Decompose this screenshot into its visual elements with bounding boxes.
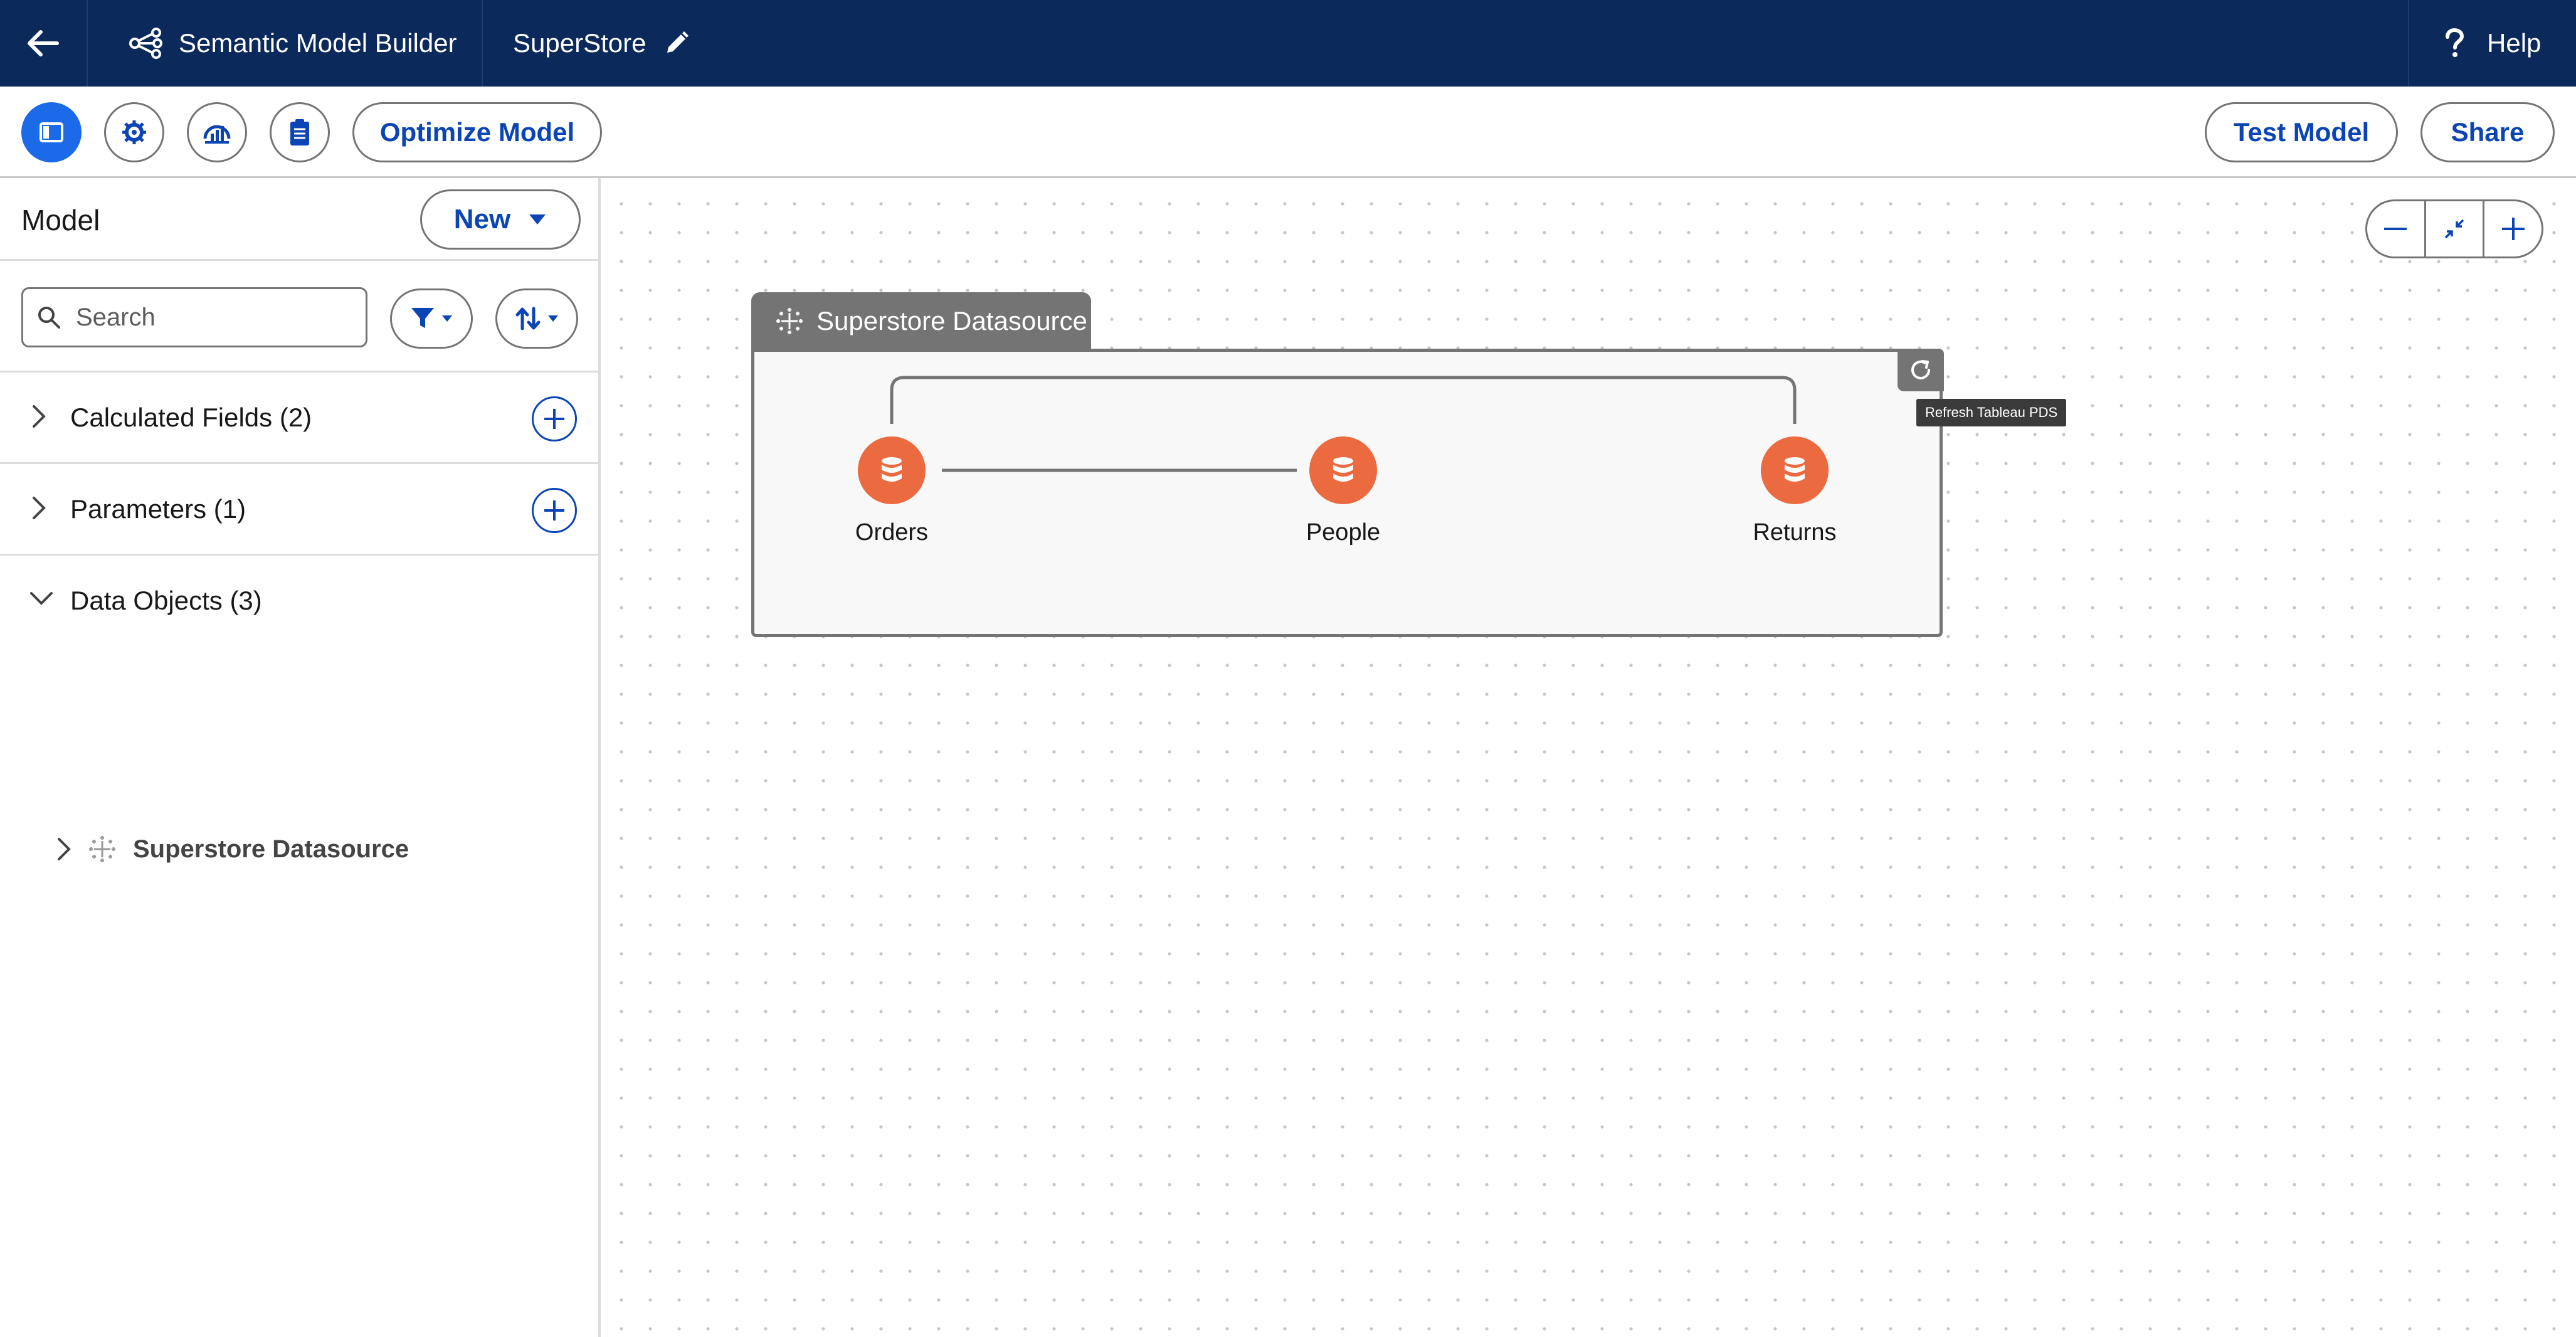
relationship-line-orders-returns (890, 376, 1797, 424)
relationship-lines (890, 376, 1797, 472)
database-icon (1333, 457, 1353, 482)
node-label-returns: Returns (1753, 519, 1837, 546)
database-icon (1785, 457, 1805, 482)
database-icon (882, 457, 902, 482)
node-orders[interactable] (858, 436, 926, 504)
node-label-orders: Orders (855, 519, 929, 546)
node-people[interactable] (1309, 436, 1377, 504)
node-returns[interactable] (1761, 436, 1829, 504)
node-label-people: People (1306, 519, 1381, 546)
